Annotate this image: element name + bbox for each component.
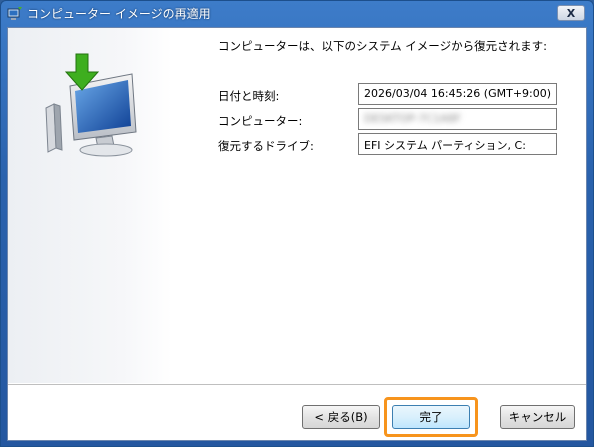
date-time-label: 日付と時刻:: [218, 89, 280, 103]
restore-heading: コンピューターは、以下のシステム イメージから復元されます:: [218, 39, 547, 53]
title-bar: コンピューター イメージの再適用 X: [1, 1, 593, 27]
restore-computer-icon: [45, 53, 137, 157]
date-time-value: 2026/03/04 16:45:26 (GMT+9:00): [358, 83, 557, 105]
sidebar-panel: [8, 28, 172, 383]
computer-label: コンピューター:: [218, 114, 303, 128]
back-button[interactable]: < 戻る(B): [302, 405, 380, 429]
dialog-content: コンピューターは、以下のシステム イメージから復元されます: 日付と時刻: 20…: [7, 27, 587, 441]
cancel-button[interactable]: キャンセル: [500, 405, 575, 429]
close-button[interactable]: X: [557, 5, 585, 21]
window-title: コンピューター イメージの再適用: [27, 7, 211, 21]
computer-value: DESKTOP-7C1A8F: [358, 108, 557, 130]
date-time-text: 2026/03/04 16:45:26 (GMT+9:00): [364, 87, 552, 100]
close-icon: X: [566, 6, 576, 20]
system-image-icon: [7, 6, 23, 22]
dialog-window: コンピューター イメージの再適用 X コンピューターは、以下のシステム イメージ…: [0, 0, 594, 447]
computer-name-text: DESKTOP-7C1A8F: [364, 112, 462, 125]
restore-drive-label: 復元するドライブ:: [218, 139, 314, 153]
footer-divider: [8, 384, 586, 385]
restore-drive-text: EFI システム パーティション, C:: [364, 139, 526, 152]
finish-highlight: [384, 397, 478, 437]
restore-drive-value: EFI システム パーティション, C:: [358, 133, 557, 155]
